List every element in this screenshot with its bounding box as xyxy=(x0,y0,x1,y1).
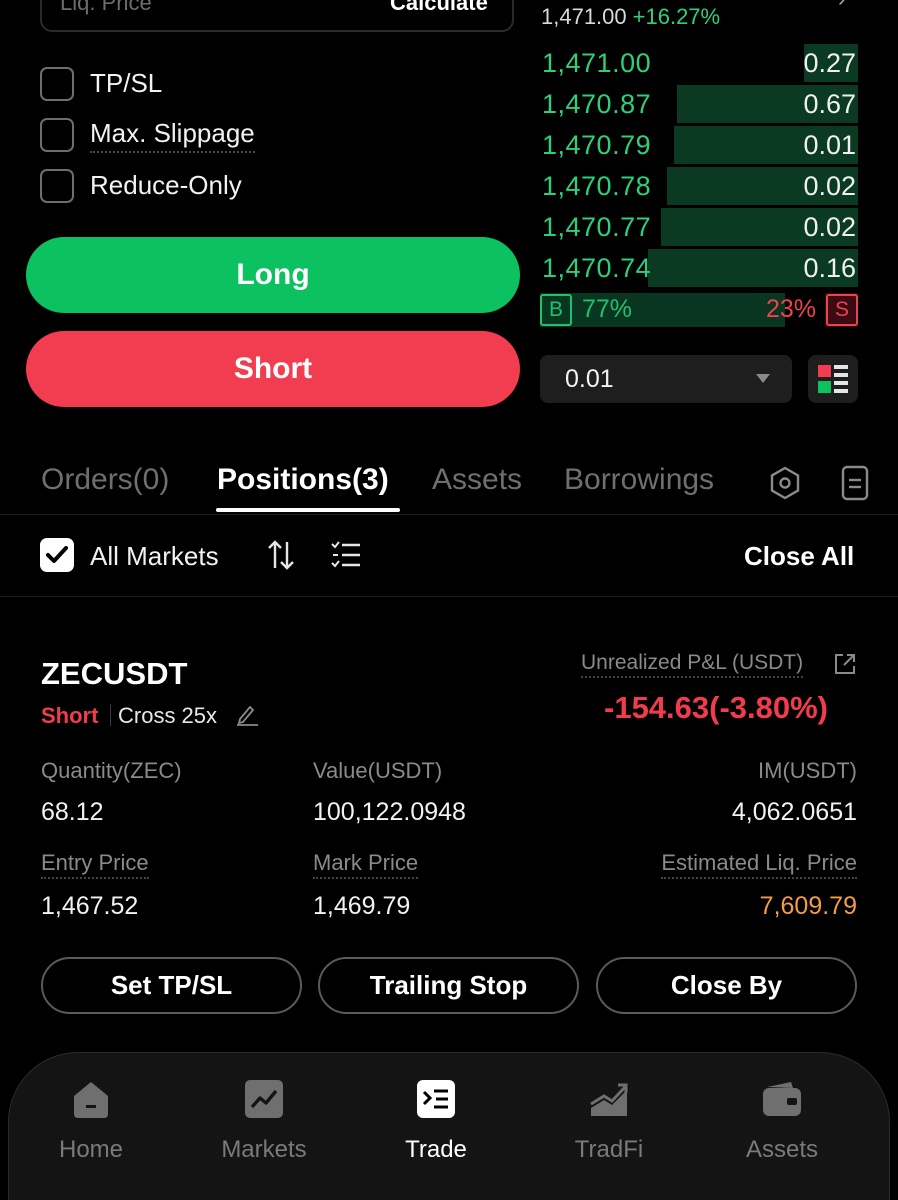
filter-list-icon[interactable] xyxy=(330,540,362,570)
value-label: Value(USDT) xyxy=(313,758,443,783)
mark-price-label: Mark Price xyxy=(313,850,419,879)
mark-price-value: 1,469.79 xyxy=(313,892,411,920)
order-book-quantity: 0.02 xyxy=(803,171,856,201)
order-book-row[interactable]: 1,470.77 0.02 xyxy=(540,208,858,246)
active-tab-indicator xyxy=(216,508,400,512)
order-book-row[interactable]: 1,471.00 0.27 xyxy=(540,44,858,82)
history-document-icon[interactable] xyxy=(837,465,873,501)
quantity-value: 68.12 xyxy=(41,798,104,826)
calculate-button[interactable]: Calculate xyxy=(390,0,488,16)
nav-home-label: Home xyxy=(58,1136,124,1163)
order-book-price: 1,470.87 xyxy=(542,89,652,119)
nav-markets[interactable]: Markets xyxy=(189,1078,339,1164)
max-slippage-checkbox[interactable] xyxy=(40,118,74,152)
liq-price-placeholder: Liq. Price xyxy=(60,0,152,15)
side-separator xyxy=(110,704,111,726)
short-button[interactable]: Short xyxy=(26,331,520,407)
margin-mode: Cross 25x xyxy=(118,703,218,728)
order-book-price: 1,470.78 xyxy=(542,171,652,201)
buy-badge: B xyxy=(540,294,572,326)
entry-price-label: Entry Price xyxy=(41,850,149,879)
checkmark-icon xyxy=(46,546,68,563)
buy-sell-ratio: B 77% 23% S xyxy=(540,293,858,327)
position-symbol[interactable]: ZECUSDT xyxy=(41,656,187,692)
filter-divider xyxy=(0,596,898,597)
tradfi-icon xyxy=(590,1083,628,1116)
liq-price-label: Estimated Liq. Price xyxy=(661,850,857,879)
settings-hexagon-icon[interactable] xyxy=(767,465,803,501)
last-price: 1,471.00 xyxy=(541,4,627,29)
sell-percent: 23% xyxy=(765,295,816,323)
tabs-divider xyxy=(0,514,898,515)
close-all-button[interactable]: Close All xyxy=(744,541,854,572)
reduce-only-label: Reduce-Only xyxy=(90,169,242,200)
max-slippage-option[interactable]: Max. Slippage xyxy=(40,118,255,153)
close-by-button[interactable]: Close By xyxy=(596,957,857,1014)
tpsl-option[interactable]: TP/SL xyxy=(40,67,162,101)
order-book-layout-icon xyxy=(818,365,848,393)
markets-chart-icon xyxy=(245,1080,283,1118)
unrealized-pnl-value: -154.63(-3.80%) xyxy=(604,690,829,725)
nav-home[interactable]: Home xyxy=(16,1078,166,1164)
order-book-quantity: 0.67 xyxy=(803,89,856,119)
tpsl-checkbox[interactable] xyxy=(40,67,74,101)
caret-down-icon xyxy=(756,374,770,383)
all-markets-checkbox[interactable] xyxy=(40,538,74,572)
nav-tradfi-label: TradFi xyxy=(574,1136,644,1163)
price-change: +16.27% xyxy=(632,4,721,29)
reduce-only-checkbox[interactable] xyxy=(40,169,74,203)
order-book-price: 1,470.74 xyxy=(542,253,652,283)
order-book-ticker: 1,471.00 +16.27% xyxy=(541,4,720,30)
liq-price-value: 7,609.79 xyxy=(759,892,857,920)
reduce-only-option[interactable]: Reduce-Only xyxy=(40,169,242,203)
order-book-quantity: 0.27 xyxy=(803,48,856,78)
chevron-right-icon[interactable]: › xyxy=(838,0,845,12)
sort-icon[interactable] xyxy=(266,538,296,572)
order-book-quantity: 0.16 xyxy=(803,253,856,283)
max-slippage-label: Max. Slippage xyxy=(90,118,255,153)
order-book-price: 1,470.77 xyxy=(542,212,652,242)
wallet-icon xyxy=(763,1082,801,1116)
trade-icon xyxy=(417,1080,455,1118)
home-icon xyxy=(74,1082,108,1118)
long-button[interactable]: Long xyxy=(26,237,520,313)
order-book-row[interactable]: 1,470.78 0.02 xyxy=(540,167,858,205)
buy-percent: 77% xyxy=(582,295,633,323)
entry-price-value: 1,467.52 xyxy=(41,892,139,920)
order-book-row[interactable]: 1,470.87 0.67 xyxy=(540,85,858,123)
tab-borrowings[interactable]: Borrowings xyxy=(564,463,714,497)
precision-value: 0.01 xyxy=(565,365,614,393)
unrealized-pnl-label: Unrealized P&L (USDT) xyxy=(581,651,804,678)
tab-orders[interactable]: Orders(0) xyxy=(41,463,169,497)
precision-select[interactable]: 0.01 xyxy=(540,355,792,403)
nav-tradfi[interactable]: TradFi xyxy=(534,1078,684,1164)
im-value: 4,062.0651 xyxy=(731,798,857,826)
trailing-stop-button[interactable]: Trailing Stop xyxy=(318,957,579,1014)
nav-assets-label: Assets xyxy=(745,1136,819,1163)
order-book-price: 1,471.00 xyxy=(542,48,652,78)
quantity-label: Quantity(ZEC) xyxy=(41,758,182,783)
value-value: 100,122.0948 xyxy=(313,798,466,826)
nav-trade-label: Trade xyxy=(405,1136,467,1163)
all-markets-label[interactable]: All Markets xyxy=(90,541,219,572)
position-side: Short xyxy=(41,703,99,728)
im-label: IM(USDT) xyxy=(758,758,857,783)
order-book-row[interactable]: 1,470.79 0.01 xyxy=(540,126,858,164)
nav-markets-label: Markets xyxy=(221,1136,307,1163)
sell-badge: S xyxy=(826,294,858,326)
nav-trade[interactable]: Trade xyxy=(361,1078,511,1164)
tab-assets[interactable]: Assets xyxy=(432,463,522,497)
tab-positions[interactable]: Positions(3) xyxy=(217,463,389,497)
order-book-layout-button[interactable] xyxy=(808,355,858,403)
share-external-icon[interactable] xyxy=(833,652,857,676)
order-book-quantity: 0.02 xyxy=(803,212,856,242)
order-book-price: 1,470.79 xyxy=(542,130,652,160)
set-tpsl-button[interactable]: Set TP/SL xyxy=(41,957,302,1014)
order-book-quantity: 0.01 xyxy=(803,130,856,160)
nav-assets[interactable]: Assets xyxy=(707,1078,857,1164)
edit-pencil-icon[interactable] xyxy=(234,702,260,726)
tpsl-label: TP/SL xyxy=(90,67,163,98)
order-book-row[interactable]: 1,470.74 0.16 xyxy=(540,249,858,287)
buy-ratio-bar xyxy=(540,293,785,327)
